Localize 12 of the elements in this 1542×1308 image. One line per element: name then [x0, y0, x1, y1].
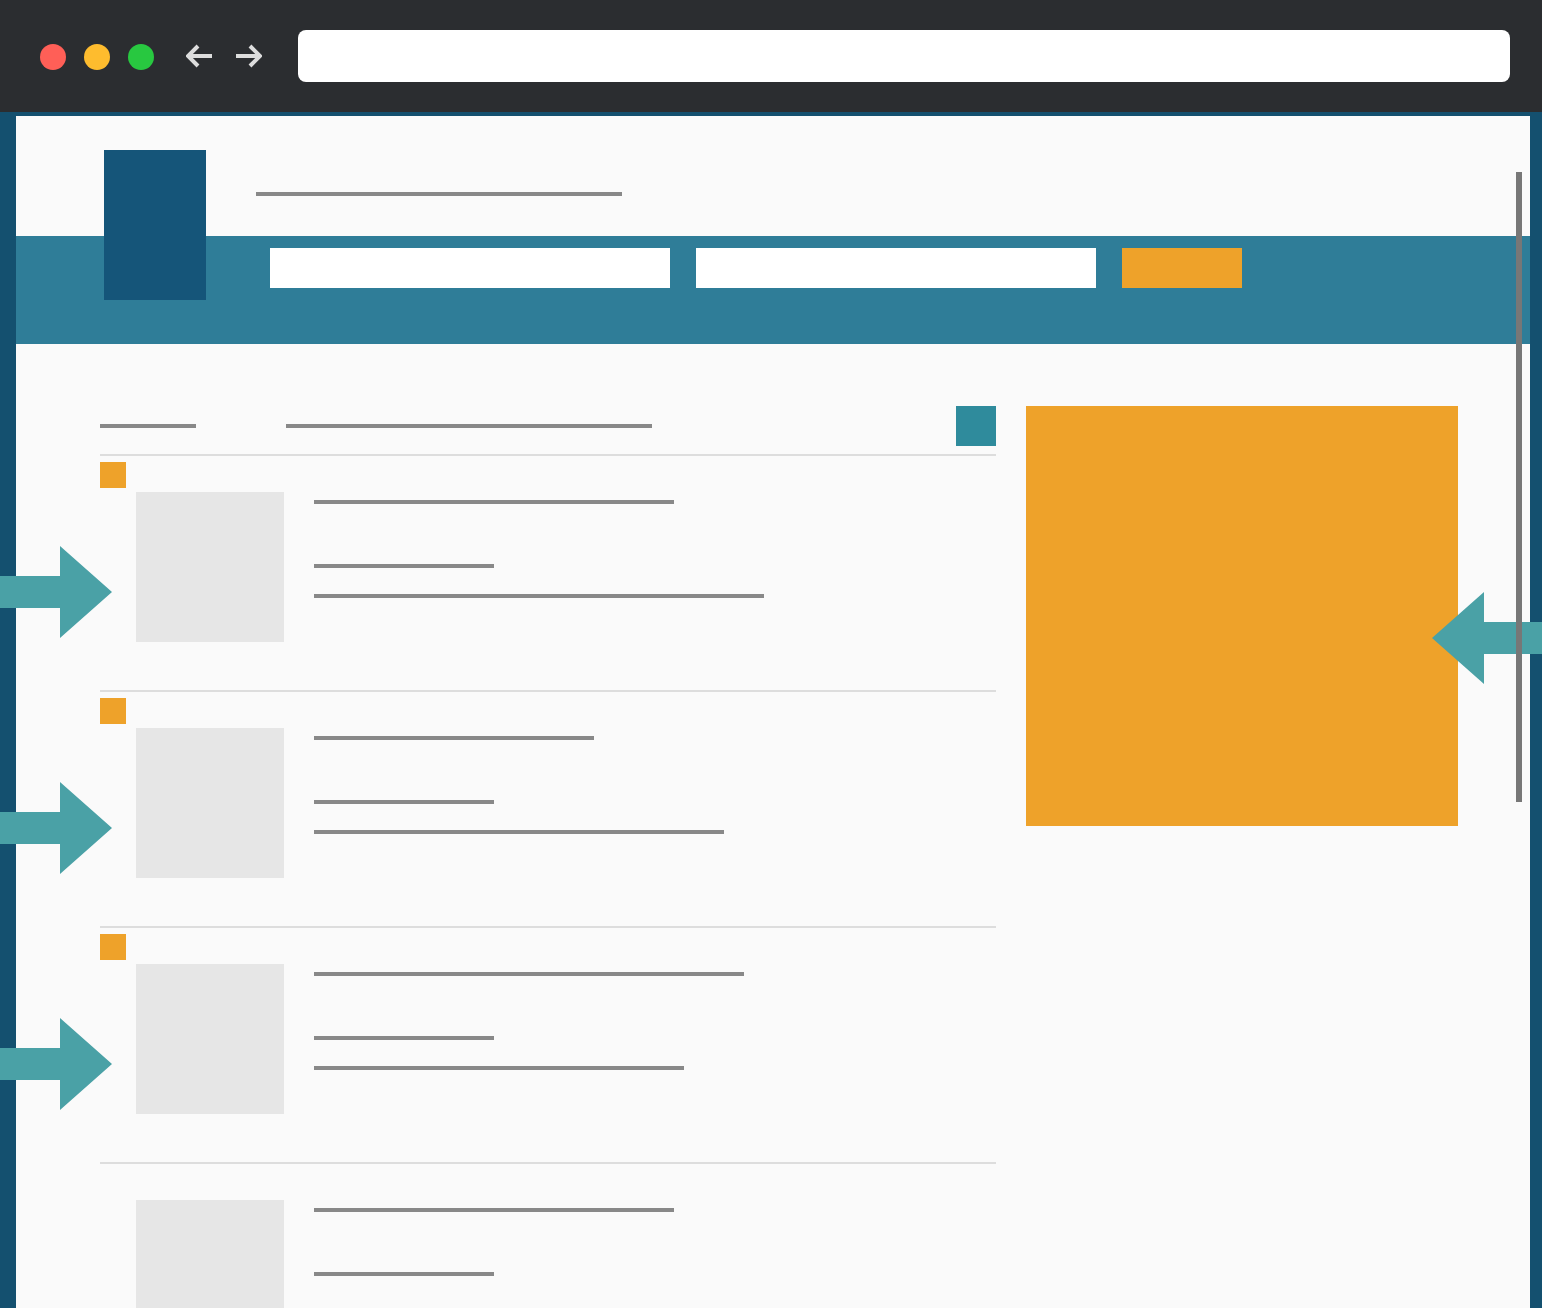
- listing-card[interactable]: [100, 928, 996, 1164]
- window-control-dot[interactable]: [84, 43, 110, 69]
- forward-arrow-icon[interactable]: [234, 44, 262, 68]
- back-arrow-icon[interactable]: [186, 44, 214, 68]
- window-control-dot[interactable]: [40, 43, 66, 69]
- placeholder-line: [100, 424, 196, 428]
- input-field[interactable]: [270, 248, 670, 288]
- input-field[interactable]: [696, 248, 1096, 288]
- listing-card[interactable]: [100, 692, 996, 928]
- scrollbar[interactable]: [1516, 172, 1522, 802]
- listing-card[interactable]: [100, 456, 996, 692]
- window-control-dot[interactable]: [128, 43, 154, 69]
